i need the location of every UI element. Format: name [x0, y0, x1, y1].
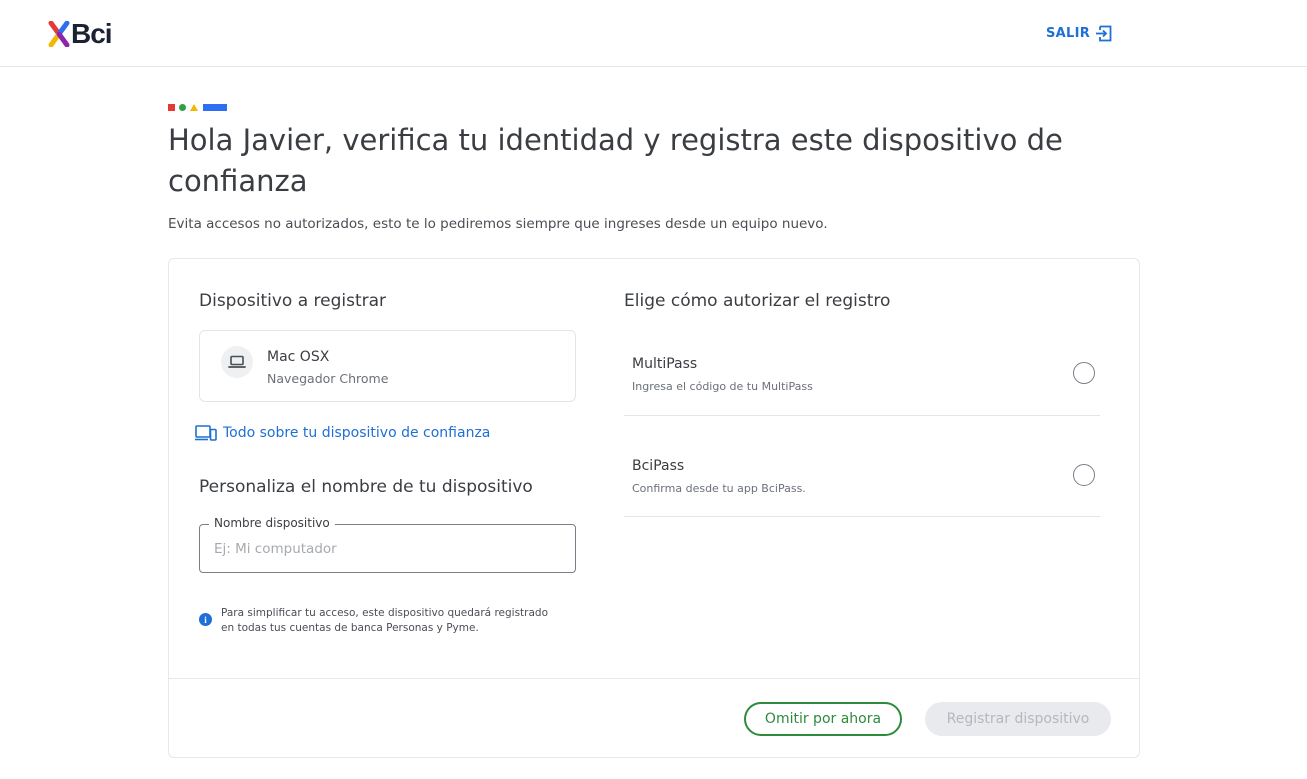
logo-text: Bci — [71, 18, 113, 49]
option-subtitle: Confirma desde tu app BciPass. — [632, 482, 806, 495]
brand-accent-shapes — [168, 103, 227, 111]
accent-bar — [203, 103, 227, 111]
accent-square — [168, 103, 175, 111]
option-title: BciPass — [632, 458, 685, 474]
devices-icon — [195, 425, 217, 441]
note-text: Para simplificar tu acceso, este disposi… — [221, 607, 549, 634]
card-footer-divider — [169, 678, 1139, 679]
page-title: Hola Javier, verifica tu identidad y reg… — [168, 123, 1063, 198]
device-name-input[interactable] — [201, 526, 574, 571]
accent-circle — [179, 103, 186, 111]
register-device-button[interactable]: Registrar dispositivo — [925, 702, 1111, 736]
option-title: MultiPass — [632, 356, 698, 372]
bcipass-radio[interactable] — [1073, 464, 1095, 486]
device-browser: Navegador Chrome — [267, 371, 389, 386]
option-multipass[interactable]: MultiPass Ingresa el código de tu MultiP… — [624, 315, 1100, 416]
registration-card: Dispositivo a registrar Mac OSX Navegado… — [168, 258, 1140, 758]
info-icon: i — [199, 613, 212, 626]
device-name: Mac OSX — [267, 349, 330, 365]
device-section-title: Dispositivo a registrar — [199, 291, 387, 311]
page-subtitle: Evita accesos no autorizados, esto te lo… — [168, 216, 828, 232]
device-name-field: Nombre dispositivo — [199, 516, 576, 573]
option-subtitle: Ingresa el código de tu MultiPass — [632, 380, 813, 393]
multipass-radio[interactable] — [1073, 362, 1095, 384]
option-bcipass[interactable]: BciPass Confirma desde tu app BciPass. — [624, 416, 1100, 517]
exit-icon — [1096, 25, 1112, 41]
logout-label: SALIR — [1046, 25, 1091, 41]
skip-button[interactable]: Omitir por ahora — [744, 702, 902, 736]
customize-section-title: Personaliza el nombre de tu dispositivo — [199, 477, 533, 497]
logout-button[interactable]: SALIR — [1046, 22, 1112, 44]
trusted-device-info-link[interactable]: Todo sobre tu dispositivo de confianza — [195, 425, 490, 441]
registration-note: i Para simplificar tu acceso, este dispo… — [199, 606, 559, 636]
authorize-section-title: Elige cómo autorizar el registro — [624, 291, 891, 311]
accent-triangle — [190, 103, 198, 111]
top-header: Bci SALIR — [0, 0, 1307, 67]
bci-logo[interactable]: Bci — [48, 18, 113, 50]
info-link-label: Todo sobre tu dispositivo de confianza — [223, 425, 491, 441]
laptop-icon — [221, 346, 253, 378]
device-summary: Mac OSX Navegador Chrome — [199, 330, 576, 402]
bci-x-logo-icon — [48, 21, 70, 47]
